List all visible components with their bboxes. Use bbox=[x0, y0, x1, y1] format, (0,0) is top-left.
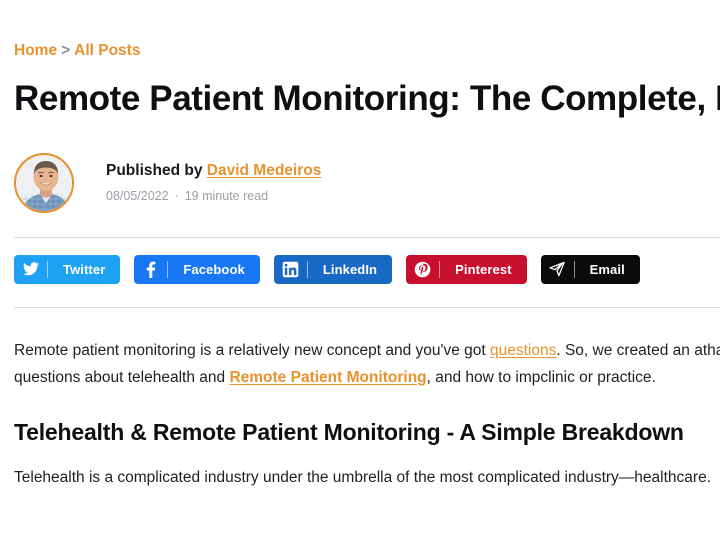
pinterest-icon bbox=[406, 261, 439, 278]
twitter-icon bbox=[14, 262, 47, 276]
breadcrumb: Home > All Posts bbox=[14, 0, 720, 59]
share-button-label: Facebook bbox=[183, 261, 245, 277]
share-button-twitter[interactable]: Twitter bbox=[14, 254, 121, 284]
author-byline: Published by David Medeiros 08/05/2022 · 1… bbox=[14, 151, 720, 215]
page-title: Remote Patient Monitoring: The Complete,… bbox=[14, 78, 720, 118]
intro-text-part1: Remote patient monitoring is a relativel… bbox=[14, 341, 490, 359]
avatar bbox=[14, 152, 74, 213]
read-time: 19 minute read bbox=[184, 189, 269, 204]
intro-text-part2: . So, we created an a bbox=[556, 341, 703, 359]
facebook-icon bbox=[134, 260, 167, 279]
published-by-line: Published by David Medeiros bbox=[106, 162, 321, 181]
linkedin-icon bbox=[274, 261, 307, 278]
send-icon bbox=[541, 260, 574, 278]
published-by-label: Published by bbox=[106, 161, 203, 179]
share-button-facebook[interactable]: Facebook bbox=[134, 254, 260, 284]
breadcrumb-separator: > bbox=[61, 42, 71, 59]
breadcrumb-link-home[interactable]: Home bbox=[14, 42, 57, 59]
share-button-label: Pinterest bbox=[455, 261, 512, 277]
inline-link-remote-patient-monitoring[interactable]: Remote Patient Monitoring bbox=[229, 369, 426, 386]
share-button-pinterest[interactable]: Pinterest bbox=[406, 254, 527, 284]
section-heading: Telehealth & Remote Patient Monitoring -… bbox=[14, 419, 684, 446]
breadcrumb-link-all-posts[interactable]: All Posts bbox=[74, 42, 140, 59]
divider-below-share bbox=[14, 306, 720, 308]
post-meta: 08/05/2022 · 19 minute read bbox=[106, 189, 321, 204]
meta-separator: · bbox=[174, 189, 179, 204]
section-paragraph: Telehealth is a complicated industry und… bbox=[14, 469, 712, 487]
article-page: Home > All Posts Remote Patient Monitoring… bbox=[0, 0, 720, 492]
author-link[interactable]: David Medeiros bbox=[207, 162, 322, 179]
avatar-photo bbox=[16, 154, 72, 211]
share-button-linkedin[interactable]: LinkedIn bbox=[273, 254, 393, 284]
intro-paragraph: Remote patient monitoring is a relativel… bbox=[14, 338, 720, 391]
intro-text-part5: clinic or practice. bbox=[540, 368, 656, 386]
share-buttons: Twitter Facebook LinkedIn Pinterest Emai… bbox=[14, 254, 720, 284]
share-button-email[interactable]: Email bbox=[540, 254, 640, 284]
share-button-label: Email bbox=[589, 261, 625, 277]
share-button-label: Twitter bbox=[63, 261, 106, 277]
intro-text-part4: , and how to imp bbox=[426, 368, 541, 386]
share-button-label: LinkedIn bbox=[322, 261, 378, 277]
publish-date: 08/05/2022 bbox=[106, 189, 169, 204]
divider-above-share bbox=[14, 236, 720, 238]
inline-link-questions[interactable]: questions bbox=[490, 342, 556, 359]
author-text-block: Published by David Medeiros 08/05/2022 · 1… bbox=[106, 162, 321, 205]
